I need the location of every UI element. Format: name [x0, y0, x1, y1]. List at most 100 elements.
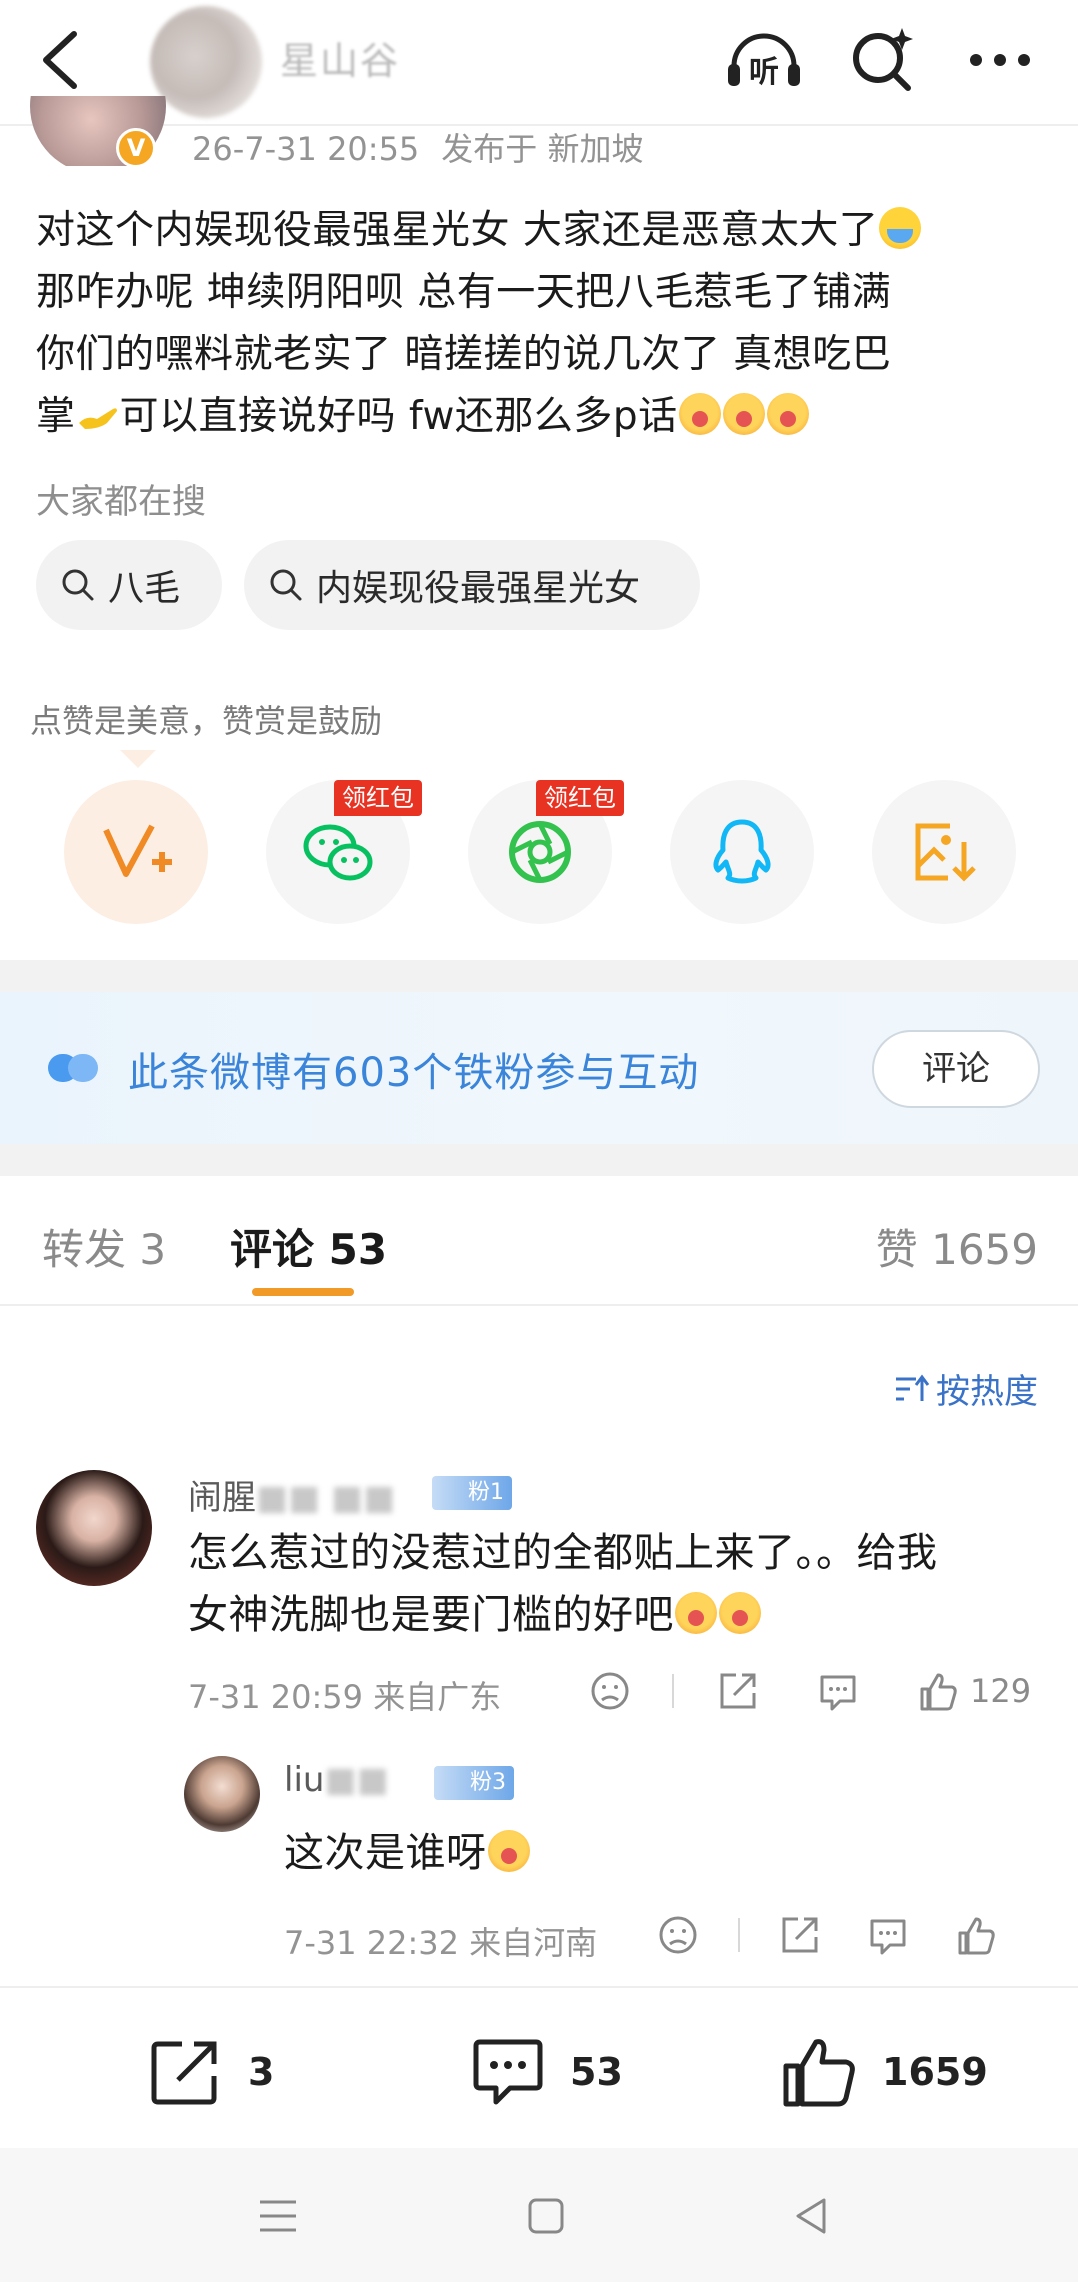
- comment-time: 7-31 20:59: [188, 1678, 364, 1716]
- fan-level-badge: 粉3: [434, 1766, 514, 1800]
- post-text-segment: 可以直接说好吗 fw还那么多p话: [119, 394, 678, 439]
- tooltip-arrow: [120, 750, 156, 768]
- blushing-emoji-icon: [678, 393, 721, 435]
- bottom-action-bar: 3 53 1659: [0, 1986, 1078, 2148]
- fans-banner-text: 此条微博有603个铁粉参与互动: [128, 1050, 700, 1096]
- share-icon[interactable]: [716, 1669, 760, 1713]
- like-button[interactable]: 1659: [782, 2036, 988, 2108]
- comment-location: 来自河南: [469, 1924, 598, 1962]
- comment-text-segment: 这次是谁呀: [284, 1830, 487, 1876]
- system-nav-bar: [0, 2148, 1078, 2282]
- search-icon: [270, 569, 302, 601]
- like-icon[interactable]: [916, 1669, 960, 1713]
- active-tab-indicator: [252, 1288, 354, 1296]
- comment-actions: 129: [588, 1666, 1031, 1716]
- search-icon: [62, 569, 94, 601]
- commenter-name-blurred: ■■: [324, 1760, 389, 1800]
- hot-search-chip[interactable]: 内娱现役最强星光女: [244, 540, 700, 630]
- blushing-emoji-icon: [675, 1592, 717, 1634]
- like-icon[interactable]: [954, 1913, 998, 1957]
- reply-icon[interactable]: [816, 1669, 860, 1713]
- dislike-face-icon[interactable]: [588, 1669, 632, 1713]
- red-packet-badge: 领红包: [334, 780, 422, 816]
- comment-like-count: 129: [970, 1672, 1032, 1710]
- blushing-emoji-icon: [722, 393, 765, 435]
- commenter-name-text: 闹腥: [188, 1478, 256, 1518]
- chevron-left-icon[interactable]: [34, 28, 86, 92]
- comment-text-line: 女神洗脚也是要门槛的好吧: [188, 1584, 1048, 1646]
- listen-label: 听: [749, 55, 779, 90]
- post-text: 对这个内娱现役最强星光女 大家还是恶意太大了 那咋办呢 坤续阴阳呗 总有一天把八…: [36, 200, 1046, 448]
- comment-location: 来自广东: [373, 1678, 502, 1716]
- comment-text: 这次是谁呀: [284, 1822, 1044, 1884]
- comment-meta: 7-31 22:32 来自河南: [284, 1918, 597, 1964]
- comment-count: 53: [570, 2050, 623, 2094]
- reward-v-plus-icon: [103, 824, 172, 877]
- save-image-button[interactable]: [872, 780, 1016, 924]
- comment-text-segment: 女神洗脚也是要门槛的好吧: [188, 1592, 674, 1638]
- share-icon[interactable]: [778, 1913, 822, 1957]
- post-text-line: 掌可以直接说好吗 fw还那么多p话: [36, 386, 1046, 448]
- account-name-text: 星山谷: [280, 39, 401, 83]
- share-qq-button[interactable]: [670, 780, 814, 924]
- post-text-segment: 对这个内娱现役最强星光女 大家还是恶意太大了: [36, 208, 879, 253]
- listen-button[interactable]: 听: [724, 22, 804, 102]
- commenter-name-blurred: ■■ ■■: [256, 1478, 396, 1518]
- menu-icon[interactable]: [250, 2188, 306, 2244]
- commenter-name[interactable]: liu■■: [284, 1760, 389, 1800]
- commenter-avatar[interactable]: [184, 1756, 260, 1832]
- verified-badge: V: [116, 128, 156, 168]
- repost-icon: [151, 2041, 217, 2105]
- fan-level-badge: 粉1: [432, 1476, 512, 1510]
- header-account-name[interactable]: 星山谷: [280, 30, 400, 85]
- repost-count: 3: [248, 2050, 275, 2094]
- sort-icon: [896, 1374, 930, 1401]
- comment-text: 怎么惹过的没惹过的全都贴上来了。。给我 女神洗脚也是要门槛的好吧: [188, 1522, 1048, 1646]
- comment-button[interactable]: 53: [470, 2036, 623, 2108]
- hot-search-label: 大家都在搜: [36, 482, 206, 522]
- sort-label: 按热度: [936, 1372, 1038, 1412]
- tab-repost[interactable]: 转发 3: [42, 1216, 166, 1277]
- search-sparkle-icon[interactable]: [846, 24, 918, 96]
- comment-meta: 7-31 20:59 来自广东: [188, 1672, 501, 1718]
- home-square-icon[interactable]: [518, 2188, 574, 2244]
- wechat-icon: [303, 824, 373, 881]
- tab-comment[interactable]: 评论 53: [230, 1216, 387, 1277]
- post-text-segment: 那咋办呢 坤续阴阳呗 总有一天把八毛惹毛了铺满: [36, 270, 892, 315]
- reward-button[interactable]: [64, 780, 208, 924]
- post-text-line: 对这个内娱现役最强星光女 大家还是恶意太大了: [36, 200, 1046, 262]
- fans-comment-button[interactable]: 评论: [872, 1030, 1040, 1108]
- sort-by-hot-button[interactable]: 按热度: [894, 1364, 1038, 1413]
- post-tabs: 转发 3 评论 53 赞 1659: [0, 1176, 1078, 1306]
- post-text-segment: 你们的嘿料就老实了 暗搓搓的说几次了 真想吃巴: [36, 332, 892, 377]
- like-count: 1659: [882, 2050, 988, 2094]
- commenter-name-text: liu: [284, 1760, 325, 1800]
- post-location: 发布于 新加坡: [441, 130, 644, 168]
- hot-search-chip[interactable]: 八毛: [36, 540, 222, 630]
- post-meta: 26-7-31 20:55 发布于 新加坡: [192, 124, 643, 170]
- comment-actions: [656, 1910, 998, 1960]
- blushing-emoji-icon: [487, 1830, 530, 1872]
- section-divider: [0, 960, 1078, 992]
- dislike-face-icon[interactable]: [656, 1913, 700, 1957]
- action-separator: [738, 1918, 740, 1952]
- comment-text-line: 怎么惹过的没惹过的全都贴上来了。。给我: [188, 1530, 938, 1576]
- action-separator: [672, 1674, 674, 1708]
- thumbs-up-icon: [783, 2039, 855, 2107]
- tab-like[interactable]: 赞 1659: [876, 1216, 1038, 1277]
- header-avatar[interactable]: [150, 6, 262, 118]
- more-horizontal-icon[interactable]: [960, 28, 1040, 92]
- reply-icon[interactable]: [866, 1913, 910, 1957]
- post-text-segment: 掌: [36, 394, 76, 439]
- post-date: 26-7-31 20:55: [192, 130, 420, 168]
- fans-icon: [48, 1054, 98, 1082]
- slap-hand-emoji-icon: [78, 408, 117, 429]
- back-triangle-icon[interactable]: [784, 2188, 840, 2244]
- commenter-avatar[interactable]: [36, 1470, 152, 1586]
- post-text-line: 你们的嘿料就老实了 暗搓搓的说几次了 真想吃巴: [36, 324, 1046, 386]
- repost-button[interactable]: 3: [148, 2036, 274, 2108]
- comment-icon: [473, 2039, 543, 2105]
- save-image-icon: [915, 823, 976, 882]
- commenter-name[interactable]: 闹腥■■ ■■: [188, 1470, 395, 1519]
- qq-icon: [713, 819, 771, 884]
